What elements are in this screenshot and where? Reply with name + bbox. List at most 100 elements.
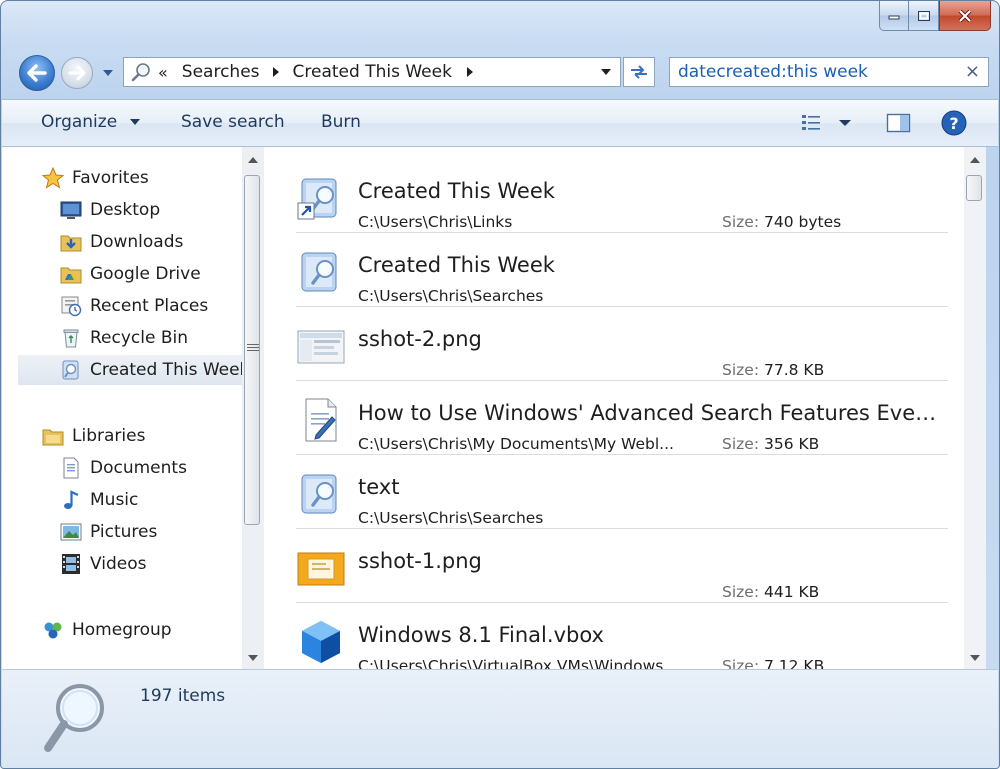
- documents-icon: [60, 457, 82, 479]
- search-magnifier-icon: [44, 684, 104, 752]
- close-icon: [958, 9, 972, 22]
- scroll-up-button[interactable]: [242, 149, 264, 171]
- nav-item-label: Google Drive: [90, 264, 201, 284]
- maximize-button[interactable]: [909, 1, 939, 31]
- caption-buttons: [879, 1, 991, 31]
- navigation-pane: Favorites Desktop Downloads Google Drive…: [2, 147, 242, 669]
- breadcrumb-arrow-icon[interactable]: [272, 67, 280, 77]
- nav-item-documents[interactable]: Documents: [2, 453, 242, 483]
- item-size: Size: 356 KB: [722, 435, 819, 453]
- search-input[interactable]: [670, 62, 948, 82]
- address-dropdown-icon[interactable]: [600, 68, 612, 76]
- scroll-down-button[interactable]: [964, 647, 986, 669]
- chevron-down-icon: [248, 655, 258, 661]
- nav-pane-scrollbar[interactable]: [242, 147, 264, 669]
- vbox-cube-icon: [302, 621, 340, 663]
- scroll-thumb[interactable]: [966, 175, 982, 201]
- chevron-up-icon: [970, 157, 980, 163]
- item-size: Size: 441 KB: [722, 583, 819, 601]
- nav-item-label: Recent Places: [90, 296, 209, 316]
- minimize-icon: [888, 15, 900, 19]
- item-name: text: [358, 475, 400, 499]
- nav-item-pictures[interactable]: Pictures: [2, 517, 242, 547]
- nav-homegroup[interactable]: Homegroup: [2, 615, 242, 645]
- saved-search-icon: [60, 359, 82, 381]
- item-count: 197 items: [140, 686, 226, 706]
- item-name: sshot-1.png: [358, 549, 482, 573]
- search-shortcut-icon: [297, 178, 337, 220]
- nav-item-downloads[interactable]: Downloads: [2, 227, 242, 257]
- list-item[interactable]: sshot-1.png Size: 441 KB: [264, 529, 964, 603]
- list-item[interactable]: sshot-2.png Size: 77.8 KB: [264, 307, 964, 381]
- recycle-bin-icon: [60, 327, 82, 349]
- size-label: Size:: [722, 435, 760, 453]
- nav-item-label: Recycle Bin: [90, 328, 189, 348]
- nav-item-label: Desktop: [90, 200, 161, 220]
- item-name: sshot-2.png: [358, 327, 482, 351]
- breadcrumb-arrow-icon[interactable]: [466, 67, 474, 77]
- list-item[interactable]: Created This Week C:\Users\Chris\Links S…: [264, 159, 964, 233]
- item-name: Created This Week: [358, 179, 555, 203]
- search-box[interactable]: ×: [669, 57, 989, 87]
- nav-libraries-label: Libraries: [72, 426, 146, 446]
- nav-item-videos[interactable]: Videos: [2, 549, 242, 579]
- magnifier-icon: [130, 61, 152, 83]
- organize-menu[interactable]: Organize: [41, 112, 141, 132]
- breadcrumb-created-this-week[interactable]: Created This Week: [293, 62, 452, 82]
- size-value: 441 KB: [763, 583, 820, 601]
- downloads-folder-icon: [60, 231, 82, 253]
- list-item[interactable]: How to Use Windows' Advanced Search Feat…: [264, 381, 964, 455]
- view-options-button[interactable]: [800, 112, 852, 134]
- address-bar[interactable]: « Searches Created This Week: [123, 57, 621, 87]
- nav-item-label: Videos: [90, 554, 147, 574]
- list-item[interactable]: Windows 8.1 Final.vbox C:\Users\Chris\Vi…: [264, 603, 964, 669]
- item-path: C:\Users\Chris\Searches: [358, 509, 544, 527]
- film-strip-icon: [60, 553, 82, 575]
- size-label: Size:: [722, 213, 760, 231]
- recent-pages-dropdown[interactable]: [101, 67, 115, 79]
- burn-button[interactable]: Burn: [321, 112, 361, 132]
- refresh-button[interactable]: [623, 57, 655, 87]
- document-icon: [305, 398, 337, 442]
- breadcrumb-overflow[interactable]: «: [158, 63, 168, 82]
- list-item[interactable]: text C:\Users\Chris\Searches: [264, 455, 964, 529]
- saved-search-icon: [301, 252, 337, 292]
- saved-search-icon: [301, 474, 337, 514]
- nav-item-google-drive[interactable]: Google Drive: [2, 259, 242, 289]
- save-search-button[interactable]: Save search: [181, 112, 285, 132]
- item-path: C:\Users\Chris\VirtualBox VMs\Windows...: [358, 657, 679, 669]
- scroll-down-button[interactable]: [242, 647, 264, 669]
- nav-item-music[interactable]: Music: [2, 485, 242, 515]
- command-bar: Organize Save search Burn ?: [2, 99, 998, 147]
- pictures-icon: [60, 521, 82, 543]
- clear-search-icon[interactable]: ×: [965, 61, 980, 82]
- file-list-scrollbar[interactable]: [964, 147, 986, 669]
- nav-item-label: Downloads: [90, 232, 184, 252]
- nav-libraries[interactable]: Libraries: [2, 421, 242, 451]
- preview-pane-button[interactable]: [886, 112, 912, 134]
- close-button[interactable]: [939, 1, 991, 31]
- nav-item-recycle-bin[interactable]: Recycle Bin: [2, 323, 242, 353]
- item-path: C:\Users\Chris\Links: [358, 213, 513, 231]
- organize-label: Organize: [41, 112, 118, 132]
- help-button[interactable]: ?: [941, 110, 967, 136]
- chevron-down-icon: [970, 655, 980, 661]
- breadcrumb-searches[interactable]: Searches: [182, 62, 260, 82]
- star-icon: [42, 167, 64, 189]
- chevron-down-icon: [103, 70, 113, 76]
- list-item[interactable]: Created This Week C:\Users\Chris\Searche…: [264, 233, 964, 307]
- forward-button[interactable]: [61, 57, 93, 89]
- nav-homegroup-label: Homegroup: [72, 620, 172, 640]
- scroll-up-button[interactable]: [964, 149, 986, 171]
- nav-favorites[interactable]: Favorites: [2, 163, 242, 193]
- back-arrow-icon: [27, 64, 47, 82]
- item-size: Size: 77.8 KB: [722, 361, 824, 379]
- svg-text:?: ?: [949, 114, 958, 133]
- nav-item-desktop[interactable]: Desktop: [2, 195, 242, 225]
- nav-item-created-this-week[interactable]: Created This Week: [18, 355, 242, 385]
- item-path: C:\Users\Chris\My Documents\My Webl...: [358, 435, 674, 453]
- minimize-button[interactable]: [879, 1, 909, 31]
- size-value: 77.8 KB: [763, 361, 825, 379]
- nav-item-recent-places[interactable]: Recent Places: [2, 291, 242, 321]
- back-button[interactable]: [19, 55, 55, 91]
